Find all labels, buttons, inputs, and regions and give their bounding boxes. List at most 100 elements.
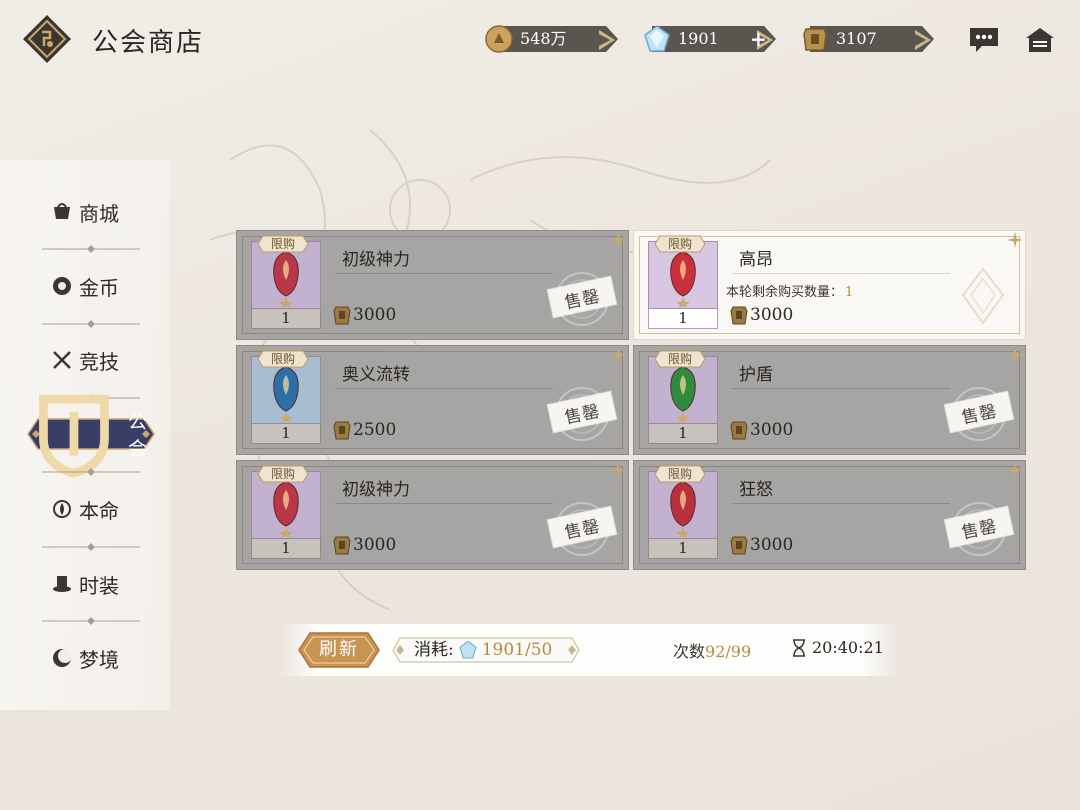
item-thumbnail: 1 [648,241,718,329]
item-name: 高昂 [739,250,773,270]
sidebar-item-arena[interactable]: 竞技 [0,340,170,380]
sidebar-item-guild[interactable]: 公会 [26,394,156,478]
sparkle-icon [610,462,626,478]
item-price: 3000 [730,305,793,325]
sparkle-icon [1007,462,1023,478]
item-thumbnail: 1 [648,471,718,559]
add-diamond-button[interactable]: + [750,26,767,52]
sparkle-icon [610,232,626,248]
divider [42,320,140,328]
item-name: 初级神力 [342,250,410,270]
sidebar-item-fashion[interactable]: 时装 [0,564,170,604]
sidebar-item-label: 竞技 [79,349,119,374]
limited-tag: 限购 [654,350,706,368]
divider [42,543,140,551]
limited-tag: 限购 [654,235,706,253]
shop-item-card[interactable]: 1 限购 狂怒 3000 售罄 [633,460,1026,570]
item-price: 2500 [333,420,396,440]
crossed-swords-icon [53,351,71,369]
timer-value: 20:40:21 [812,638,884,657]
divider [42,245,140,253]
sidebar-item-label: 公会 [127,411,147,460]
item-price-value: 3000 [750,420,794,440]
back-logo-icon[interactable] [22,14,72,64]
diamond-amount: 1901 [678,29,719,48]
item-thumbnail: 1 [251,471,321,559]
limited-tag-label: 限购 [270,467,295,481]
guild-token-icon [730,536,748,555]
item-price-value: 3000 [750,305,794,325]
item-price: 3000 [333,535,396,555]
currency-gold: 548万 [484,25,618,53]
item-name: 奥义流转 [342,365,410,385]
shop-item-card[interactable]: 1 限购 初级神力 3000 售罄 [236,230,629,340]
refresh-count: 次数92/99 [673,638,751,662]
cost-value: 1901/50 [481,640,553,660]
sidebar-item-gold[interactable]: 金币 [0,266,170,306]
sidebar-item-label: 金币 [79,275,119,300]
sidebar-item-label: 时装 [79,573,119,598]
refresh-bar: 刷新 消耗: 1901/50 次数92/99 20:40:21 [280,624,900,676]
shop-item-card[interactable]: 1 限购高昂本轮剩余购买数量： 1 3000 [633,230,1026,340]
guild-token-icon [333,306,351,325]
sidebar-item-dream[interactable]: 梦境 [0,638,170,678]
item-price-value: 3000 [750,535,794,555]
item-price-value: 3000 [353,305,397,325]
coin-icon [53,277,71,295]
shop-item-card[interactable]: 1 限购 护盾 3000 售罄 [633,345,1026,455]
item-name: 初级神力 [342,480,410,500]
remaining-value: 1 [845,285,854,300]
item-quantity: 1 [648,309,718,329]
home-icon[interactable] [1024,26,1056,54]
refresh-timer: 20:40:21 [792,638,884,657]
divider [335,388,553,389]
item-price: 3000 [730,420,793,440]
mall-icon [54,203,70,219]
refresh-button[interactable]: 刷新 [298,632,380,668]
diamond-gem-icon [459,640,477,659]
guild-token-icon [730,306,748,325]
limited-tag-label: 限购 [667,352,692,366]
sidebar-item-label: 商城 [79,201,119,226]
divider [732,273,950,274]
count-value: 92/99 [705,642,752,661]
limited-tag-label: 限购 [270,237,295,251]
item-name: 护盾 [739,365,773,385]
item-price: 3000 [730,535,793,555]
limited-tag: 限购 [257,350,309,368]
item-quantity: 1 [251,424,321,444]
lotus-icon [53,500,71,518]
currency-diamond: 1901 + [642,25,776,52]
limited-tag: 限购 [257,465,309,483]
sidebar-item-mall[interactable]: 商城 [0,192,170,232]
sidebar-item-label: 本命 [79,498,119,523]
limited-tag-label: 限购 [270,352,295,366]
divider [42,617,140,625]
diamond-gem-icon [644,25,670,52]
sidebar-item-label: 梦境 [79,647,119,672]
sidebar-item-natal[interactable]: 本命 [0,489,170,529]
remaining-purchases: 本轮剩余购买数量： 1 [726,281,853,300]
item-name: 狂怒 [739,480,773,500]
divider [732,388,950,389]
currency-guild-token: 3107 [800,26,934,52]
item-quantity: 1 [251,539,321,559]
hourglass-icon [793,638,805,657]
limited-tag-label: 限购 [667,467,692,481]
item-quantity: 1 [648,424,718,444]
item-quantity: 1 [251,309,321,329]
limited-tag-label: 限购 [667,237,692,251]
refresh-label: 刷新 [319,639,359,660]
guild-token-amount: 3107 [836,29,877,48]
guild-token-icon [333,536,351,555]
shop-item-card[interactable]: 1 限购 奥义流转 2500 售罄 [236,345,629,455]
shop-item-card[interactable]: 1 限购 初级神力 3000 售罄 [236,460,629,570]
item-thumbnail: 1 [251,241,321,329]
chat-icon[interactable] [968,26,1000,54]
item-thumbnail: 1 [251,356,321,444]
sparkle-icon [1007,232,1023,248]
limited-tag: 限购 [257,235,309,253]
divider [42,468,140,476]
moon-icon [53,649,72,667]
hat-icon [53,576,71,592]
